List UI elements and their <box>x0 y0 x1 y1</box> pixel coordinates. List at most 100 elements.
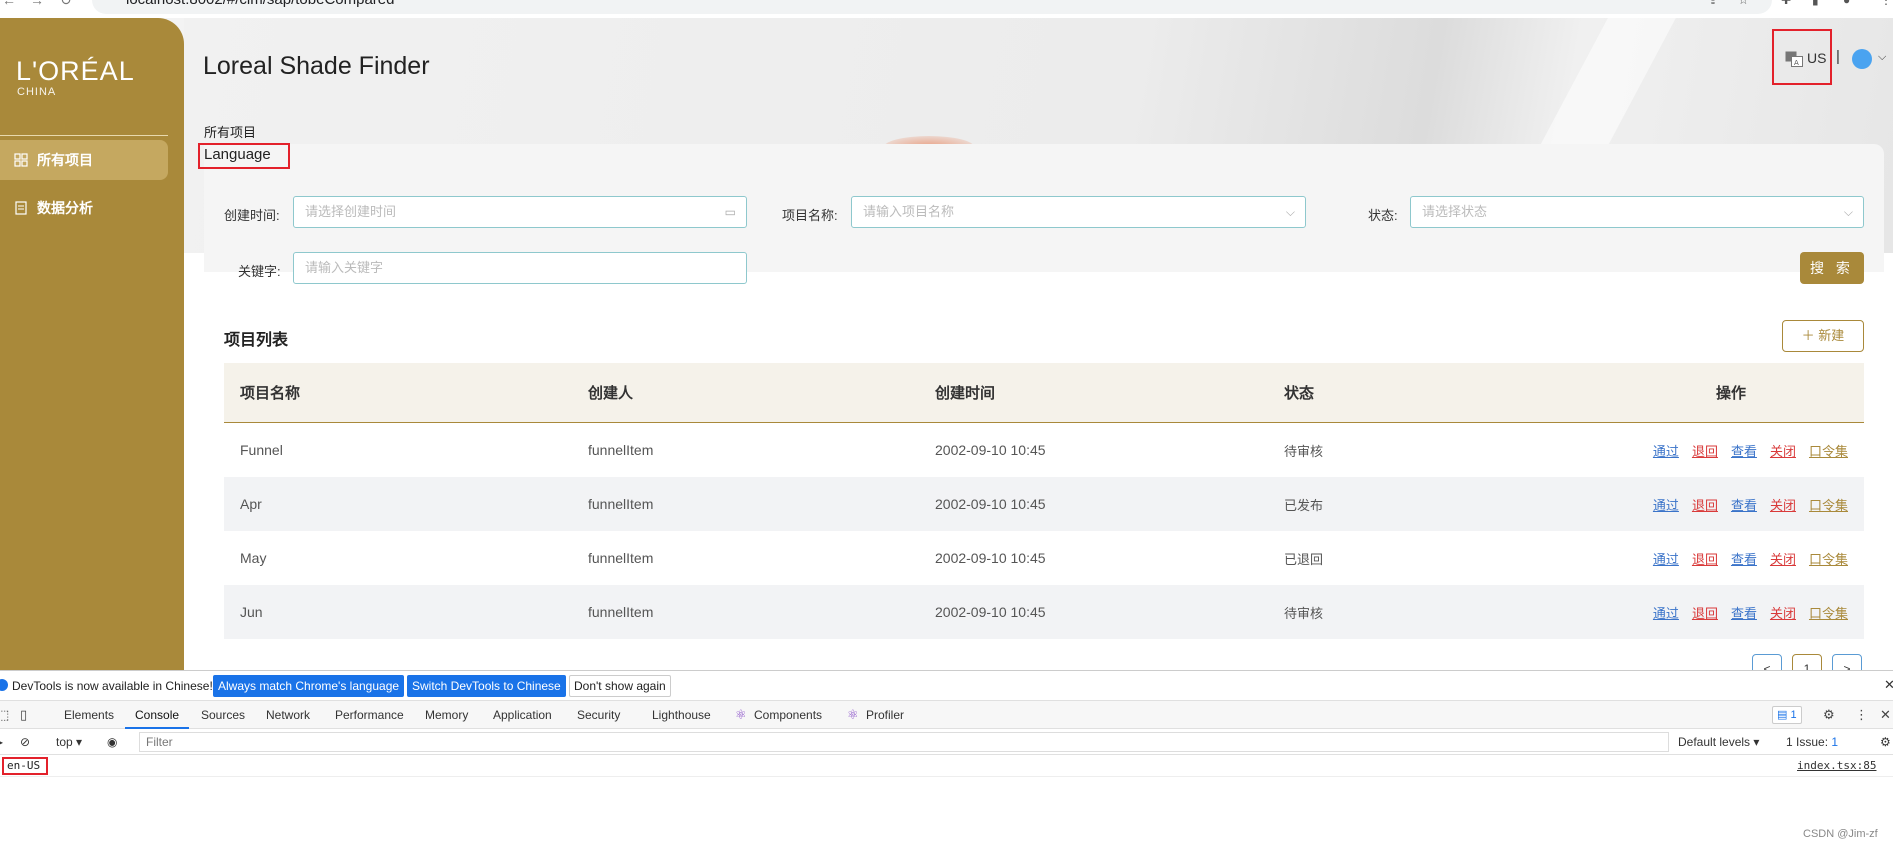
eye-icon[interactable]: ◉ <box>107 735 117 749</box>
close-icon[interactable]: ✕ <box>1884 677 1893 693</box>
close-link[interactable]: 关闭 <box>1770 549 1796 568</box>
chevron-down-icon[interactable]: ⌵ <box>1878 51 1886 64</box>
chrome-menu-icon[interactable]: ⋮ <box>1880 0 1892 7</box>
new-project-button[interactable]: ＋ 新建 <box>1782 320 1864 352</box>
profile-icon[interactable]: ● <box>1843 0 1850 7</box>
approve-link[interactable]: 通过 <box>1653 441 1679 460</box>
close-link[interactable]: 关闭 <box>1770 495 1796 514</box>
tab-lighthouse[interactable]: Lighthouse <box>652 708 711 722</box>
view-link[interactable]: 查看 <box>1731 603 1757 622</box>
pagination-prev[interactable]: < <box>1752 654 1782 670</box>
switch-to-chinese-button[interactable]: Switch DevTools to Chinese <box>407 675 566 697</box>
keyword-label: 关键字: <box>238 264 281 279</box>
reload-icon[interactable]: ↻ <box>60 0 72 9</box>
close-link[interactable]: 关闭 <box>1770 441 1796 460</box>
console-output: en-US <box>7 759 41 772</box>
close-link[interactable]: 关闭 <box>1770 603 1796 622</box>
devtools-tabbar: ⬚ ▯ Elements Console Sources Network Per… <box>0 701 1893 729</box>
tab-network[interactable]: Network <box>266 708 310 722</box>
approve-link[interactable]: 通过 <box>1653 603 1679 622</box>
language-label: Language <box>204 146 271 163</box>
view-link[interactable]: 查看 <box>1731 549 1757 568</box>
tab-profiler[interactable]: Profiler <box>866 708 904 722</box>
reject-link[interactable]: 退回 <box>1692 549 1718 568</box>
table-row: Apr funnelItem 2002-09-10 10:45 已发布 通过 退… <box>224 477 1864 531</box>
grid-icon <box>14 153 28 167</box>
sidebar-toggle-icon[interactable]: ▸ <box>0 735 3 749</box>
sidebar: L'ORÉAL CHINA 所有项目 数据分析 <box>0 18 184 670</box>
dont-show-again-button[interactable]: Don't show again <box>569 675 671 697</box>
status-select[interactable]: 请选择状态 ⌵ <box>1410 196 1864 228</box>
context-selector[interactable]: top ▾ <box>56 735 82 749</box>
pagination-page[interactable]: 1 <box>1792 654 1822 670</box>
address-bar-url[interactable]: localhost:8002/#/cim/sap/tobeCompared <box>126 0 395 8</box>
messages-badge[interactable]: ▤ 1 <box>1772 706 1802 724</box>
devtools-panel: DevTools is now available in Chinese! Al… <box>0 670 1893 849</box>
banner-message: DevTools is now available in Chinese! <box>12 679 213 693</box>
tab-components[interactable]: Components <box>754 708 822 722</box>
console-source-link[interactable]: index.tsx:85 <box>1797 759 1876 772</box>
tab-elements[interactable]: Elements <box>64 708 114 722</box>
forward-icon[interactable]: → <box>30 0 44 8</box>
brand-logo: L'ORÉAL <box>16 56 135 86</box>
sidebar-item-data-analysis[interactable]: 数据分析 <box>0 188 168 228</box>
password-set-link[interactable]: 口令集 <box>1809 495 1848 514</box>
view-link[interactable]: 查看 <box>1731 495 1757 514</box>
extensions-icon[interactable]: ✚ <box>1781 0 1791 7</box>
translate-icon[interactable]: A <box>1785 51 1803 67</box>
gear-icon[interactable]: ⚙ <box>1823 707 1835 723</box>
project-list-title: 项目列表 <box>224 332 289 349</box>
console-toolbar: ▸ ⊘ top ▾ ◉ Filter Default levels ▾ 1 Is… <box>0 729 1893 755</box>
project-name-select[interactable]: 请输入项目名称 ⌵ <box>851 196 1306 228</box>
approve-link[interactable]: 通过 <box>1653 549 1679 568</box>
sidepanel-icon[interactable]: ▮ <box>1812 0 1819 7</box>
table-header: 项目名称 创建人 创建时间 状态 操作 <box>224 363 1864 423</box>
cell-created-time: 2002-09-10 10:45 <box>935 604 1046 620</box>
log-levels-dropdown[interactable]: Default levels ▾ <box>1678 735 1759 749</box>
tab-memory[interactable]: Memory <box>425 708 468 722</box>
user-avatar[interactable] <box>1852 49 1872 69</box>
inspect-icon[interactable]: ⬚ <box>0 707 9 723</box>
calendar-icon: ▭ <box>724 205 736 219</box>
cell-status: 已退回 <box>1284 551 1324 567</box>
back-icon[interactable]: ← <box>2 0 16 8</box>
created-time-picker[interactable]: 请选择创建时间 ▭ <box>293 196 747 228</box>
share-icon[interactable]: ⇪ <box>1708 0 1718 7</box>
react-components-icon: ⚛ <box>735 707 747 722</box>
tab-sources[interactable]: Sources <box>201 708 245 722</box>
console-filter-input[interactable]: Filter <box>139 732 1669 752</box>
tab-console[interactable]: Console <box>135 708 179 722</box>
issues-counter[interactable]: 1 Issue: 1 <box>1786 735 1838 749</box>
approve-link[interactable]: 通过 <box>1653 495 1679 514</box>
match-chrome-language-button[interactable]: Always match Chrome's language <box>213 675 405 697</box>
header-separator: | <box>1836 48 1840 65</box>
close-icon[interactable]: ✕ <box>1880 707 1891 723</box>
cell-status: 已发布 <box>1284 497 1324 513</box>
breadcrumb: 所有项目 <box>204 125 257 140</box>
more-options-icon[interactable]: ⋮ <box>1855 707 1868 723</box>
device-toolbar-icon[interactable]: ▯ <box>20 707 27 723</box>
password-set-link[interactable]: 口令集 <box>1809 441 1848 460</box>
tab-security[interactable]: Security <box>577 708 620 722</box>
console-settings-icon[interactable]: ⚙ <box>1880 735 1891 749</box>
view-link[interactable]: 查看 <box>1731 441 1757 460</box>
reject-link[interactable]: 退回 <box>1692 441 1718 460</box>
password-set-link[interactable]: 口令集 <box>1809 603 1848 622</box>
password-set-link[interactable]: 口令集 <box>1809 549 1848 568</box>
cell-creator: funnelItem <box>588 442 654 458</box>
reject-link[interactable]: 退回 <box>1692 603 1718 622</box>
keyword-input[interactable]: 请输入关键字 <box>293 252 747 284</box>
search-button[interactable]: 搜 索 <box>1800 252 1864 284</box>
tab-performance[interactable]: Performance <box>335 708 404 722</box>
tab-application[interactable]: Application <box>493 708 552 722</box>
row-actions: 通过 退回 查看 关闭 口令集 <box>1653 477 1848 531</box>
sidebar-divider <box>0 135 168 136</box>
language-selector[interactable]: US <box>1807 50 1826 66</box>
pagination-next[interactable]: > <box>1832 654 1862 670</box>
cell-created-time: 2002-09-10 10:45 <box>935 550 1046 566</box>
column-header: 项目名称 <box>240 385 301 402</box>
clear-console-icon[interactable]: ⊘ <box>20 735 30 749</box>
reject-link[interactable]: 退回 <box>1692 495 1718 514</box>
sidebar-item-all-projects[interactable]: 所有项目 <box>0 140 168 180</box>
bookmark-star-icon[interactable]: ☆ <box>1738 0 1749 7</box>
